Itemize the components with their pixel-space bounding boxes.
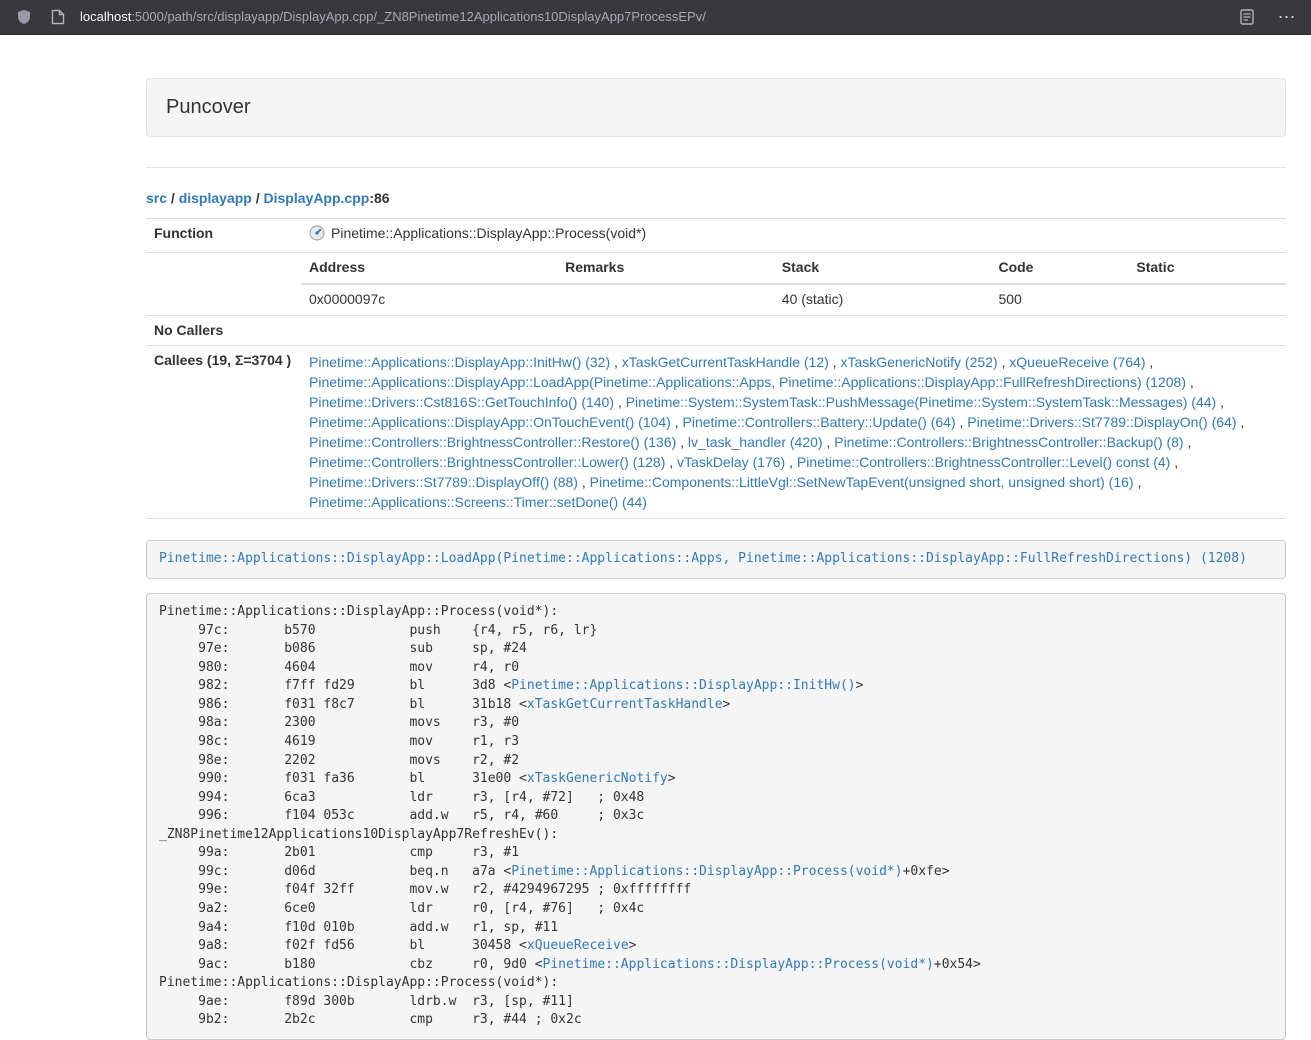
- page-content: Puncover src / displayapp / DisplayApp.c…: [146, 35, 1286, 1040]
- metric-value: 0x0000097c: [301, 284, 557, 315]
- symbol-link[interactable]: Pinetime::Applications::DisplayApp::Proc…: [543, 957, 934, 972]
- disassembly-block: Pinetime::Applications::DisplayApp::Proc…: [146, 593, 1286, 1040]
- breadcrumb-line-number: :86: [369, 190, 389, 206]
- callee-separator: ,: [1237, 414, 1245, 430]
- callee-link[interactable]: vTaskDelay (176): [677, 454, 785, 470]
- no-callers-cell: [301, 315, 1286, 346]
- callee-separator: ,: [665, 454, 677, 470]
- callee-link[interactable]: Pinetime::Applications::DisplayApp::Init…: [309, 354, 610, 370]
- callee-link[interactable]: xTaskGenericNotify (252): [840, 354, 997, 370]
- url-bar[interactable]: localhost:5000/path/src/displayapp/Displ…: [80, 8, 706, 27]
- page-info-icon[interactable]: [46, 5, 70, 29]
- function-icon: [309, 225, 325, 247]
- callee-separator: ,: [1216, 394, 1224, 410]
- url-path: :5000/path/src/displayapp/DisplayApp.cpp…: [131, 9, 706, 24]
- function-label: Function: [146, 218, 301, 252]
- metric-value: [1128, 284, 1286, 315]
- browser-chrome: localhost:5000/path/src/displayapp/Displ…: [0, 0, 1311, 35]
- breadcrumb: src / displayapp / DisplayApp.cpp:86: [146, 189, 1286, 209]
- callee-link[interactable]: Pinetime::Controllers::BrightnessControl…: [834, 434, 1183, 450]
- metrics-cell: AddressRemarksStackCodeStatic 0x0000097c…: [301, 252, 1286, 315]
- column-header-static: Static: [1128, 253, 1286, 284]
- breadcrumb-link[interactable]: displayapp: [179, 190, 252, 206]
- callee-separator: ,: [578, 474, 590, 490]
- function-row: Function Pinetime::Applications::Display…: [146, 218, 1286, 252]
- url-host: localhost: [80, 9, 131, 24]
- breadcrumb-link[interactable]: DisplayApp.cpp: [264, 190, 370, 206]
- callee-link[interactable]: Pinetime::Drivers::St7789::DisplayOff() …: [309, 474, 578, 490]
- column-header-remarks: Remarks: [557, 253, 774, 284]
- breadcrumb-separator: /: [167, 190, 179, 206]
- callee-link[interactable]: Pinetime::Applications::DisplayApp::Load…: [309, 374, 1186, 390]
- callee-separator: ,: [956, 414, 968, 430]
- no-callers-label: No Callers: [146, 315, 301, 346]
- callee-link[interactable]: Pinetime::Applications::DisplayApp::OnTo…: [309, 414, 671, 430]
- callee-link[interactable]: Pinetime::Controllers::BrightnessControl…: [797, 454, 1170, 470]
- symbol-link[interactable]: xTaskGenericNotify: [527, 771, 668, 786]
- metric-value: 40 (static): [774, 284, 991, 315]
- callee-link[interactable]: lv_task_handler (420): [688, 434, 823, 450]
- function-name: Pinetime::Applications::DisplayApp::Proc…: [331, 225, 646, 241]
- callee-separator: ,: [610, 354, 622, 370]
- callee-link[interactable]: Pinetime::Applications::Screens::Timer::…: [309, 494, 647, 510]
- app-header: Puncover: [146, 78, 1286, 137]
- page-title: Puncover: [166, 93, 1266, 122]
- metric-value: [557, 284, 774, 315]
- callees-list: Pinetime::Applications::DisplayApp::Init…: [301, 346, 1286, 519]
- callee-link[interactable]: Pinetime::Controllers::BrightnessControl…: [309, 454, 665, 470]
- callee-separator: ,: [1184, 434, 1192, 450]
- breadcrumb-separator: /: [252, 190, 264, 206]
- function-name-cell: Pinetime::Applications::DisplayApp::Proc…: [301, 218, 1286, 252]
- callee-separator: ,: [676, 434, 688, 450]
- metrics-value-row: 0x0000097c 40 (static)500: [301, 284, 1286, 315]
- callee-separator: ,: [785, 454, 797, 470]
- callee-link[interactable]: xQueueReceive (764): [1009, 354, 1145, 370]
- callee-link[interactable]: Pinetime::Controllers::Battery::Update()…: [683, 414, 956, 430]
- breadcrumb-link[interactable]: src: [146, 190, 167, 206]
- callee-link[interactable]: Pinetime::Drivers::Cst816S::GetTouchInfo…: [309, 394, 614, 410]
- callee-separator: ,: [1145, 354, 1153, 370]
- metrics-header-row: AddressRemarksStackCodeStatic: [301, 253, 1286, 284]
- shield-icon[interactable]: [12, 5, 36, 29]
- menu-icon[interactable]: ⋯: [1275, 5, 1299, 29]
- selected-callee-banner: Pinetime::Applications::DisplayApp::Load…: [146, 540, 1286, 579]
- callee-separator: ,: [998, 354, 1010, 370]
- callee-separator: ,: [614, 394, 626, 410]
- callee-separator: ,: [823, 434, 835, 450]
- callee-separator: ,: [829, 354, 841, 370]
- metrics-row-container: AddressRemarksStackCodeStatic 0x0000097c…: [146, 252, 1286, 315]
- column-header-stack: Stack: [774, 253, 991, 284]
- callee-link[interactable]: Pinetime::Controllers::BrightnessControl…: [309, 434, 676, 450]
- symbol-link[interactable]: xQueueReceive: [527, 938, 629, 953]
- url-area: localhost:5000/path/src/displayapp/Displ…: [12, 5, 1235, 29]
- callee-separator: ,: [671, 414, 683, 430]
- callees-row: Callees (19, Σ=3704 ) Pinetime::Applicat…: [146, 346, 1286, 519]
- symbol-link[interactable]: xTaskGetCurrentTaskHandle: [527, 697, 723, 712]
- column-header-address: Address: [301, 253, 557, 284]
- no-callers-row: No Callers: [146, 315, 1286, 346]
- symbol-link[interactable]: Pinetime::Applications::DisplayApp::Init…: [511, 678, 855, 693]
- divider: [146, 167, 1286, 168]
- callee-separator: ,: [1186, 374, 1194, 390]
- symbol-link[interactable]: Pinetime::Applications::DisplayApp::Proc…: [511, 864, 902, 879]
- callee-link[interactable]: Pinetime::System::SystemTask::PushMessag…: [626, 394, 1217, 410]
- callee-link[interactable]: Pinetime::Components::LittleVgl::SetNewT…: [590, 474, 1134, 490]
- selected-callee-link[interactable]: Pinetime::Applications::DisplayApp::Load…: [159, 551, 1247, 566]
- column-header-code: Code: [990, 253, 1128, 284]
- callees-label: Callees (19, Σ=3704 ): [146, 346, 301, 519]
- callee-separator: ,: [1170, 454, 1178, 470]
- toolbar-actions: ⋯: [1235, 5, 1299, 29]
- metrics-label-spacer: [146, 252, 301, 315]
- callee-separator: ,: [1134, 474, 1142, 490]
- callee-link[interactable]: xTaskGetCurrentTaskHandle (12): [622, 354, 829, 370]
- metric-value: 500: [990, 284, 1128, 315]
- callee-link[interactable]: Pinetime::Drivers::St7789::DisplayOn() (…: [967, 414, 1236, 430]
- metrics-table: AddressRemarksStackCodeStatic 0x0000097c…: [301, 253, 1286, 315]
- function-table: Function Pinetime::Applications::Display…: [146, 218, 1286, 520]
- reader-mode-icon[interactable]: [1235, 5, 1259, 29]
